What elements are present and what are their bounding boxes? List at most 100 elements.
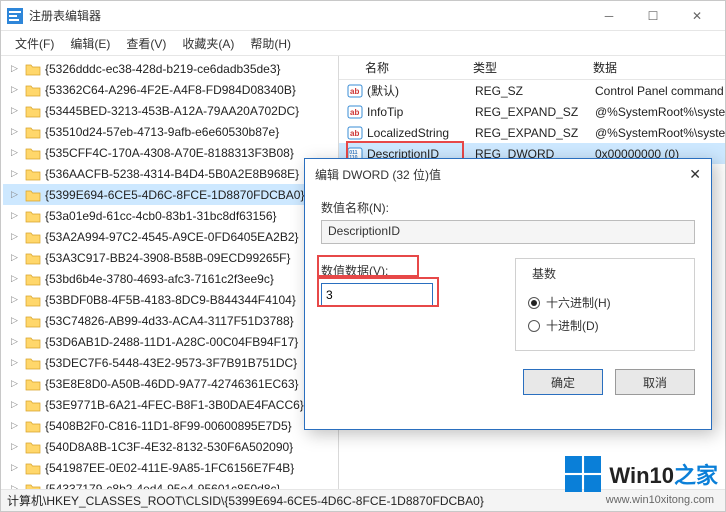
col-type[interactable]: 类型 [467,59,587,76]
radio-dec[interactable]: 十进制(D) [528,317,682,334]
col-name[interactable]: 名称 [339,59,467,76]
expand-icon[interactable]: ▷ [11,315,23,326]
dialog-titlebar[interactable]: 编辑 DWORD (32 位)值 ✕ [305,159,711,189]
dialog-close-button[interactable]: ✕ [689,166,701,183]
expand-icon[interactable]: ▷ [11,420,23,431]
tree-item[interactable]: ▷ {53bd6b4e-3780-4693-afc3-7161c2f3ee9c} [3,268,338,289]
folder-icon [25,482,41,490]
tree-item[interactable]: ▷ {53A2A994-97C2-4545-A9CE-0FD6405EA2B2} [3,226,338,247]
tree-item[interactable]: ▷ {53BDF0B8-4F5B-4183-8DC9-B844344F4104} [3,289,338,310]
expand-icon[interactable]: ▷ [11,189,23,200]
expand-icon[interactable]: ▷ [11,63,23,74]
tree-item[interactable]: ▷{53445BED-3213-453B-A12A-79AA20A702DC} [3,100,338,121]
tree-item-label: {53E8E8D0-A50B-46DD-9A77-42746361EC63} [45,377,299,391]
value-data-input[interactable] [321,283,433,307]
menu-file[interactable]: 文件(F) [9,33,60,54]
value-type: REG_SZ [475,84,595,98]
expand-icon[interactable]: ▷ [11,378,23,389]
folder-icon [25,293,41,307]
tree-item[interactable]: ▷ {540D8A8B-1C3F-4E32-8132-530F6A502090} [3,436,338,457]
tree-item[interactable]: ▷{53C74826-AB99-4d33-ACA4-3117F51D3788} [3,310,338,331]
radio-hex[interactable]: 十六进制(H) [528,294,682,311]
tree-item[interactable]: ▷{53510d24-57eb-4713-9afb-e6e60530b87e} [3,121,338,142]
tree-item-label: {53E9771B-6A21-4FEC-B8F1-3B0DAE4FACC6} [45,398,304,412]
tree-item[interactable]: ▷{5326dddc-ec38-428d-b219-ce6dadb35de3} [3,58,338,79]
regedit-icon [7,8,23,24]
value-type-icon [347,104,363,120]
folder-icon [25,62,41,76]
value-data: Control Panel command [595,84,725,98]
expand-icon[interactable]: ▷ [11,147,23,158]
value-name: InfoTip [367,105,475,119]
watermark: Win10之家 [565,456,718,492]
value-row[interactable]: InfoTipREG_EXPAND_SZ@%SystemRoot%\syster [339,101,725,122]
tree-item[interactable]: ▷ {53D6AB1D-2488-11D1-A28C-00C04FB94F17} [3,331,338,352]
statusbar-path: 计算机\HKEY_CLASSES_ROOT\CLSID\{5399E694-6C… [7,492,484,509]
ok-button[interactable]: 确定 [523,369,603,395]
expand-icon[interactable]: ▷ [11,273,23,284]
tree-item[interactable]: ▷{536AACFB-5238-4314-B4D4-5B0A2E8B968E} [3,163,338,184]
expand-icon[interactable]: ▷ [11,210,23,221]
titlebar[interactable]: 注册表编辑器 ─ ☐ ✕ [1,1,725,31]
expand-icon[interactable]: ▷ [11,126,23,137]
tree-item-label: {53bd6b4e-3780-4693-afc3-7161c2f3ee9c} [45,272,274,286]
base-legend: 基数 [528,265,560,282]
value-name: (默认) [367,82,475,99]
menu-help[interactable]: 帮助(H) [244,33,297,54]
folder-icon [25,335,41,349]
tree-item-label: {53BDF0B8-4F5B-4183-8DC9-B844344F4104} [45,293,296,307]
value-row[interactable]: LocalizedStringREG_EXPAND_SZ@%SystemRoot… [339,122,725,143]
expand-icon[interactable]: ▷ [11,357,23,368]
folder-icon [25,209,41,223]
expand-icon[interactable]: ▷ [11,84,23,95]
menu-edit[interactable]: 编辑(E) [64,33,116,54]
tree-item[interactable]: ▷ {5399E694-6CE5-4D6C-8FCE-1D8870FDCBA0} [3,184,338,205]
minimize-button[interactable]: ─ [587,2,631,30]
expand-icon[interactable]: ▷ [11,231,23,242]
maximize-button[interactable]: ☐ [631,2,675,30]
tree-item-label: {54337179-c8b2-4ed4-95e4-95601c850d8c} [45,482,281,490]
tree-item-label: {53DEC7F6-5448-43E2-9573-3F7B91B751DC} [45,356,297,370]
expand-icon[interactable]: ▷ [11,441,23,452]
tree-item-label: {540D8A8B-1C3F-4E32-8132-530F6A502090} [45,440,293,454]
dialog-title: 编辑 DWORD (32 位)值 [315,166,441,183]
folder-icon [25,398,41,412]
folder-icon [25,188,41,202]
expand-icon[interactable]: ▷ [11,105,23,116]
expand-icon[interactable]: ▷ [11,399,23,410]
expand-icon[interactable]: ▷ [11,294,23,305]
tree-item[interactable]: ▷ {53A3C917-BB24-3908-B58B-09ECD99265F} [3,247,338,268]
folder-icon [25,125,41,139]
base-fieldset: 基数 十六进制(H) 十进制(D) [515,258,695,351]
expand-icon[interactable]: ▷ [11,336,23,347]
tree-item[interactable]: ▷ {53DEC7F6-5448-43E2-9573-3F7B91B751DC} [3,352,338,373]
expand-icon[interactable]: ▷ [11,168,23,179]
menu-favorites[interactable]: 收藏夹(A) [176,33,240,54]
expand-icon[interactable]: ▷ [11,252,23,263]
tree-item[interactable]: ▷{5408B2F0-C816-11D1-8F99-00600895E7D5} [3,415,338,436]
folder-icon [25,146,41,160]
registry-tree[interactable]: ▷{5326dddc-ec38-428d-b219-ce6dadb35de3}▷… [1,56,339,489]
tree-item-label: {5399E694-6CE5-4D6C-8FCE-1D8870FDCBA0} [45,188,304,202]
close-button[interactable]: ✕ [675,2,719,30]
radio-dec-label: 十进制(D) [546,317,599,334]
tree-item[interactable]: ▷{541987EE-0E02-411E-9A85-1FC6156E7F4B} [3,457,338,478]
menu-view[interactable]: 查看(V) [120,33,172,54]
expand-icon[interactable]: ▷ [11,462,23,473]
window-title: 注册表编辑器 [29,7,587,24]
value-row[interactable]: (默认)REG_SZControl Panel command [339,80,725,101]
cancel-button[interactable]: 取消 [615,369,695,395]
tree-item[interactable]: ▷ {53E8E8D0-A50B-46DD-9A77-42746361EC63} [3,373,338,394]
tree-item[interactable]: ▷ {53a01e9d-61cc-4cb0-83b1-31bc8df63156} [3,205,338,226]
tree-item[interactable]: ▷{535CFF4C-170A-4308-A70E-8188313F3B08} [3,142,338,163]
value-type-icon [347,125,363,141]
tree-item-label: {53A2A994-97C2-4545-A9CE-0FD6405EA2B2} [45,230,299,244]
tree-item-label: {53A3C917-BB24-3908-B58B-09ECD99265F} [45,251,291,265]
col-data[interactable]: 数据 [587,59,725,76]
tree-item[interactable]: ▷{54337179-c8b2-4ed4-95e4-95601c850d8c} [3,478,338,489]
tree-item[interactable]: ▷ {53E9771B-6A21-4FEC-B8F1-3B0DAE4FACC6} [3,394,338,415]
folder-icon [25,230,41,244]
tree-item-label: {53D6AB1D-2488-11D1-A28C-00C04FB94F17} [45,335,298,349]
tree-item-label: {53a01e9d-61cc-4cb0-83b1-31bc8df63156} [45,209,277,223]
tree-item[interactable]: ▷{53362C64-A296-4F2E-A4F8-FD984D08340B} [3,79,338,100]
